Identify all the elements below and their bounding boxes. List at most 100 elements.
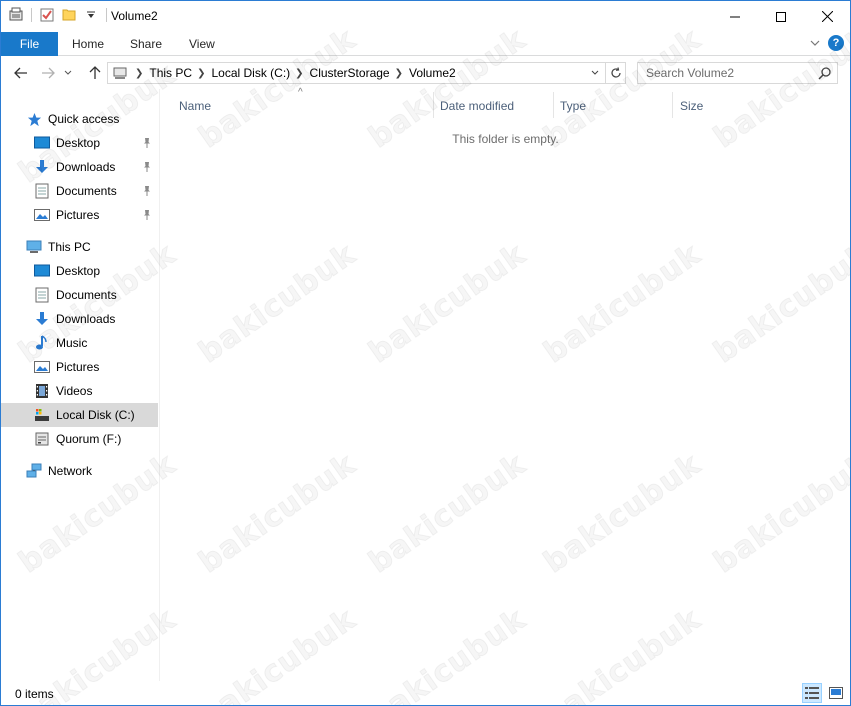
breadcrumb-clusterstorage[interactable]: ClusterStorage bbox=[310, 66, 390, 80]
nav-label: Videos bbox=[56, 384, 93, 398]
pictures-icon bbox=[34, 359, 50, 375]
ribbon-right-controls: ? bbox=[810, 35, 844, 51]
documents-icon bbox=[34, 287, 50, 303]
large-icons-view-button[interactable] bbox=[826, 683, 846, 703]
tab-view[interactable]: View bbox=[189, 32, 215, 56]
up-button[interactable] bbox=[85, 63, 105, 83]
pictures-icon bbox=[34, 207, 50, 223]
nav-pc-music[interactable]: Music bbox=[1, 331, 158, 355]
nav-quick-access[interactable]: Quick access bbox=[1, 107, 158, 131]
details-view-icon bbox=[805, 687, 819, 699]
checkmark-properties-icon[interactable] bbox=[38, 6, 56, 24]
status-bar: 0 items bbox=[1, 681, 850, 705]
search-box[interactable] bbox=[637, 62, 838, 84]
nav-label: Documents bbox=[56, 288, 117, 302]
window-title: Volume2 bbox=[111, 9, 158, 23]
nav-label: Local Disk (C:) bbox=[56, 408, 135, 422]
address-bar[interactable]: ❯ This PC ❯ Local Disk (C:) ❯ ClusterSto… bbox=[107, 62, 626, 84]
pin-icon[interactable] bbox=[140, 160, 154, 174]
ribbon-tabs: File Home Share View ? bbox=[1, 32, 850, 56]
column-divider[interactable] bbox=[553, 92, 554, 118]
star-icon bbox=[26, 111, 42, 127]
nav-label: Documents bbox=[56, 184, 117, 198]
tab-share[interactable]: Share bbox=[130, 32, 162, 56]
documents-icon bbox=[34, 183, 50, 199]
large-icons-view-icon bbox=[829, 687, 843, 699]
nav-pc-quorum[interactable]: Quorum (F:) bbox=[1, 427, 158, 451]
empty-folder-message: This folder is empty. bbox=[452, 132, 559, 146]
nav-pc-desktop[interactable]: Desktop bbox=[1, 259, 158, 283]
details-view-button[interactable] bbox=[802, 683, 822, 703]
search-input[interactable] bbox=[638, 64, 808, 82]
pin-icon[interactable] bbox=[140, 136, 154, 150]
recent-locations-button[interactable] bbox=[61, 63, 75, 83]
tab-file[interactable]: File bbox=[1, 32, 58, 56]
explorer-window: Volume2 File Home Share View ? ❯ This PC… bbox=[0, 0, 851, 706]
column-header-size[interactable]: Size bbox=[680, 92, 780, 120]
title-bar: Volume2 bbox=[1, 1, 850, 32]
forward-button[interactable] bbox=[38, 63, 58, 83]
pin-icon[interactable] bbox=[140, 184, 154, 198]
breadcrumb-this-pc[interactable]: This PC bbox=[149, 66, 192, 80]
new-folder-icon[interactable] bbox=[60, 6, 78, 24]
navigation-bar: ❯ This PC ❯ Local Disk (C:) ❯ ClusterSto… bbox=[1, 57, 850, 89]
nav-quick-pictures[interactable]: Pictures bbox=[1, 203, 158, 227]
nav-label: Music bbox=[56, 336, 88, 350]
view-switcher bbox=[802, 683, 846, 703]
search-icon[interactable] bbox=[818, 66, 832, 80]
drive-icon bbox=[34, 431, 50, 447]
nav-pc-local-disk[interactable]: Local Disk (C:) bbox=[1, 403, 158, 427]
expand-ribbon-icon[interactable] bbox=[810, 36, 820, 50]
close-button[interactable] bbox=[804, 1, 850, 32]
breadcrumb-volume2[interactable]: Volume2 bbox=[409, 66, 456, 80]
customize-toolbar-icon[interactable] bbox=[82, 6, 100, 24]
up-arrow-icon bbox=[89, 66, 101, 79]
nav-pc-pictures[interactable]: Pictures bbox=[1, 355, 158, 379]
minimize-button[interactable] bbox=[712, 1, 758, 32]
breadcrumb-chevron-icon[interactable]: ❯ bbox=[395, 68, 403, 79]
nav-quick-downloads[interactable]: Downloads bbox=[1, 155, 158, 179]
column-header-type[interactable]: Type bbox=[560, 92, 672, 120]
maximize-icon bbox=[776, 11, 786, 22]
nav-label: Quorum (F:) bbox=[56, 432, 122, 446]
nav-network[interactable]: Network bbox=[1, 459, 158, 483]
tab-home[interactable]: Home bbox=[72, 32, 104, 56]
network-icon bbox=[26, 463, 42, 479]
toolbar-divider bbox=[31, 8, 32, 22]
back-button[interactable] bbox=[11, 63, 31, 83]
breadcrumb-chevron-icon[interactable]: ❯ bbox=[295, 68, 303, 79]
breadcrumb-local-disk[interactable]: Local Disk (C:) bbox=[211, 66, 290, 80]
downloads-icon bbox=[34, 311, 50, 327]
refresh-icon bbox=[610, 67, 621, 78]
downloads-icon bbox=[34, 159, 50, 175]
nav-label: Pictures bbox=[56, 360, 100, 374]
pin-icon[interactable] bbox=[140, 208, 154, 222]
nav-this-pc[interactable]: This PC bbox=[1, 235, 158, 259]
breadcrumb-chevron-icon[interactable]: ❯ bbox=[197, 68, 205, 79]
file-list-pane[interactable]: ^ Name Date modified Type Size This fold… bbox=[161, 87, 850, 681]
nav-quick-documents[interactable]: Documents bbox=[1, 179, 158, 203]
column-header-name[interactable]: Name bbox=[179, 92, 434, 120]
help-icon[interactable]: ? bbox=[828, 35, 844, 51]
nav-pc-documents[interactable]: Documents bbox=[1, 283, 158, 307]
maximize-button[interactable] bbox=[758, 1, 804, 32]
column-divider[interactable] bbox=[433, 92, 434, 118]
music-icon bbox=[34, 335, 50, 351]
nav-label: Pictures bbox=[56, 208, 100, 222]
nav-quick-desktop[interactable]: Desktop bbox=[1, 131, 158, 155]
breadcrumb-chevron-icon[interactable]: ❯ bbox=[135, 68, 143, 79]
nav-pc-videos[interactable]: Videos bbox=[1, 379, 158, 403]
column-header-date-modified[interactable]: Date modified bbox=[440, 92, 552, 120]
address-history-button[interactable] bbox=[585, 63, 605, 83]
this-pc-icon bbox=[26, 239, 42, 255]
refresh-button[interactable] bbox=[605, 63, 625, 83]
nav-pc-downloads[interactable]: Downloads bbox=[1, 307, 158, 331]
quick-access-toolbar bbox=[7, 6, 109, 24]
desktop-icon bbox=[34, 135, 50, 151]
column-divider[interactable] bbox=[672, 92, 673, 118]
nav-label: This PC bbox=[48, 240, 91, 254]
nav-label: Downloads bbox=[56, 160, 116, 174]
properties-icon[interactable] bbox=[7, 6, 25, 24]
toolbar-divider bbox=[106, 8, 107, 22]
this-pc-icon bbox=[110, 63, 130, 83]
